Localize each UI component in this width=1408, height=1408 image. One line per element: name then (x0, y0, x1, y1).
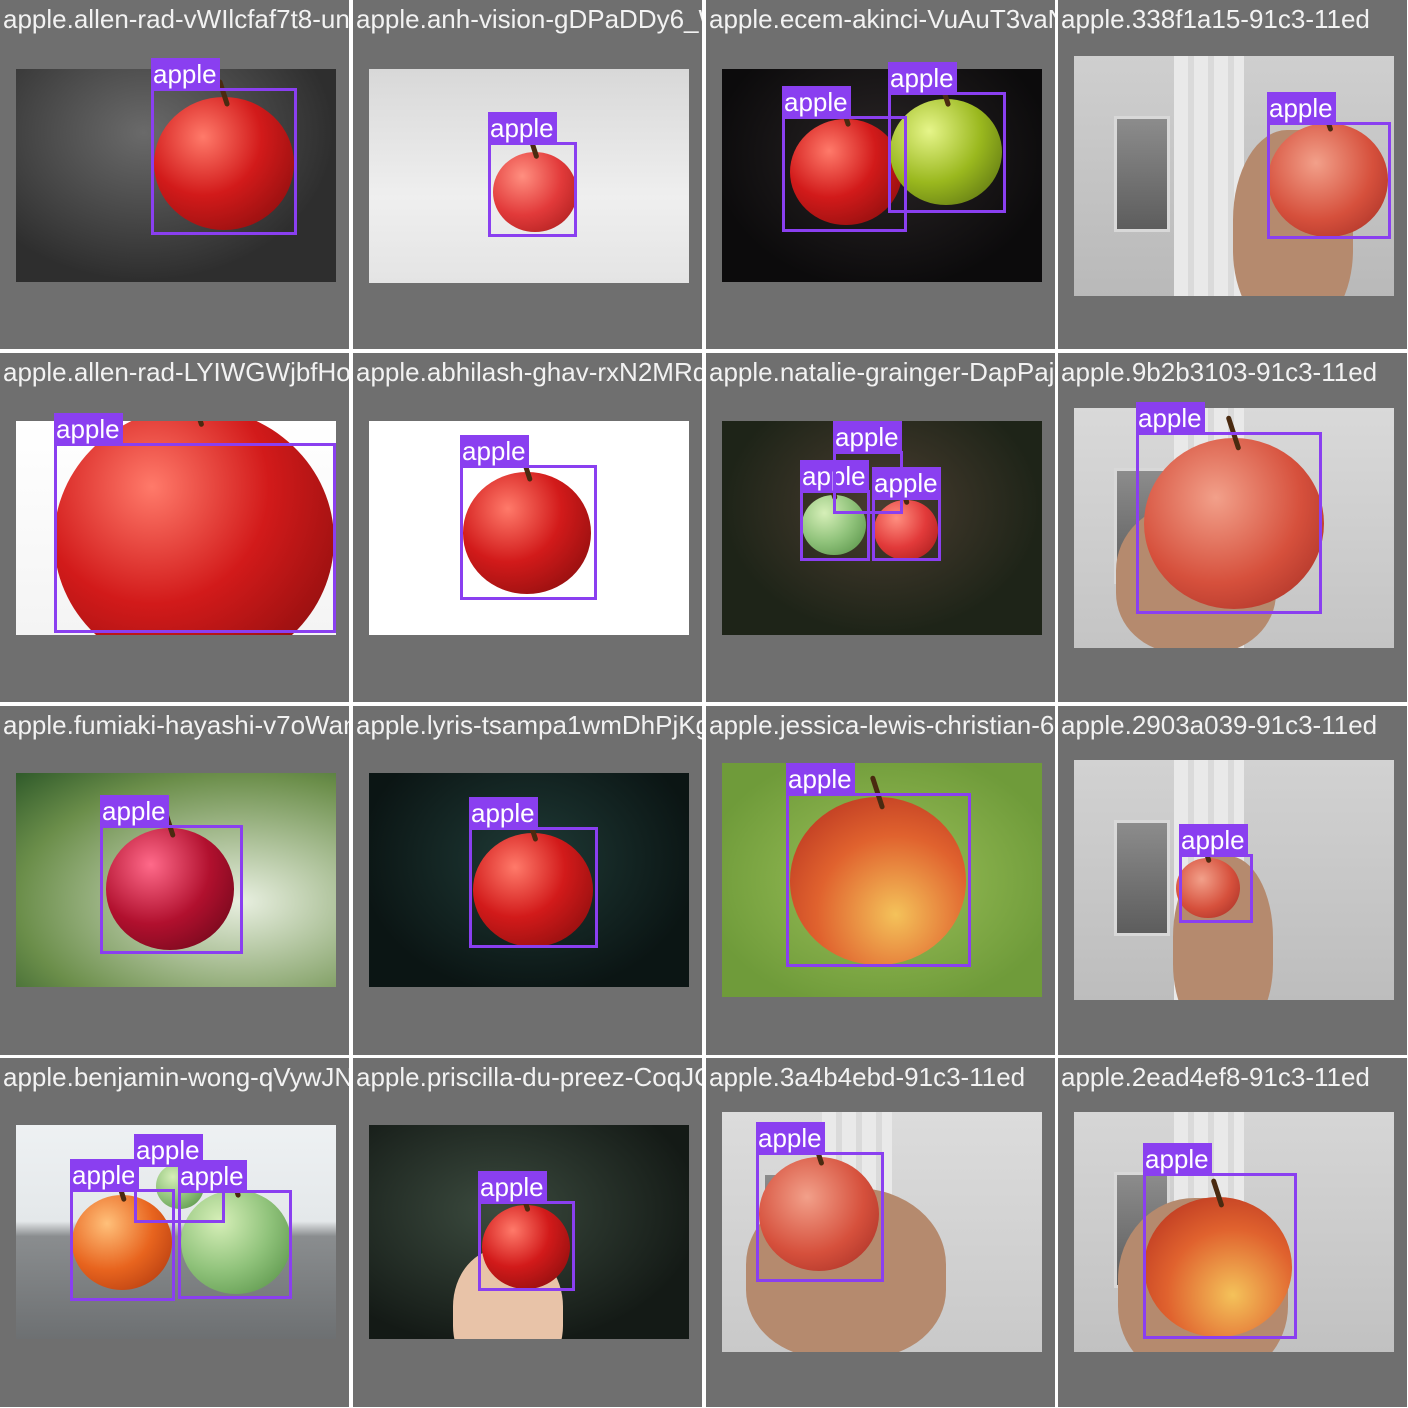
detection-label: apple (1143, 1143, 1212, 1176)
detection-label: apple (460, 435, 529, 468)
tile-filename: apple.9b2b3103-91c3-11ed (1061, 357, 1378, 387)
tile-filename: apple.benjamin-wong-qVywJNo9_eE-unsplash… (3, 1062, 349, 1092)
detection-tile: apple.2903a039-91c3-11ed apple (1058, 706, 1407, 1055)
tile-filename: apple.anh-vision-gDPaDDy6_WE-unsplash.jp… (356, 4, 702, 34)
detection-box: apple (151, 58, 297, 235)
detection-label: apple (54, 413, 123, 446)
tile-filename: apple.3a4b4ebd-91c3-11ed (709, 1062, 1026, 1092)
detection-label: apple (782, 86, 851, 119)
detection-tile: apple.9b2b3103-91c3-11ed apple (1058, 353, 1407, 702)
detection-label: apple (478, 1171, 547, 1204)
tile-filename: apple.2ead4ef8-91c3-11ed (1061, 1062, 1370, 1092)
detection-tile: apple.fumiaki-hayashi-v7oWanhWy-A-unspla… (0, 706, 349, 1055)
room-window (1114, 116, 1170, 232)
detection-label: apple (1136, 402, 1205, 435)
detection-tile: apple.allen-rad-vWIlcfaf7t8-unsplash.jpg… (0, 0, 349, 349)
detection-box: apple (478, 1171, 575, 1291)
detection-box: apple (178, 1160, 292, 1299)
detection-box: apple (469, 797, 598, 948)
detection-box: apple (488, 112, 577, 237)
tile-filename: apple.lyris-tsampa1wmDhPjKgrs-unsplash.j… (356, 710, 702, 740)
detection-tile: apple.2ead4ef8-91c3-11ed apple (1058, 1058, 1407, 1407)
room-window (1114, 820, 1170, 936)
detection-label: apple (178, 1160, 247, 1193)
detection-box: apple (888, 62, 1006, 213)
tile-filename: apple.allen-rad-LYIWGWjbfHo-unsplash.jpg (3, 357, 349, 387)
tile-filename: apple.jessica-lewis-christian-6M7Keu2Kp2… (709, 710, 1055, 740)
detection-label: apple (756, 1122, 825, 1155)
detection-box: apple (1179, 824, 1253, 923)
detection-label: apple (469, 797, 538, 830)
tile-filename: apple.2903a039-91c3-11ed (1061, 710, 1378, 740)
tile-filename: apple.fumiaki-hayashi-v7oWanhWy-A-unspla… (3, 710, 349, 740)
detection-tile: apple.338f1a15-91c3-11ed apple (1058, 0, 1407, 349)
detection-box: apple (756, 1122, 884, 1282)
detection-label: apple (1179, 824, 1248, 857)
detection-grid: apple.allen-rad-vWIlcfaf7t8-unsplash.jpg… (0, 0, 1408, 1408)
tile-filename: apple.allen-rad-vWIlcfaf7t8-unsplash.jpg (3, 4, 349, 34)
detection-box: apple (786, 763, 971, 967)
tile-filename: apple.ecem-akinci-VuAuT3vaNJc-unsplash.j… (709, 4, 1055, 34)
detection-tile: apple.abhilash-ghav-rxN2MRdFJVg-unsplash… (353, 353, 702, 702)
detection-label: apple (888, 62, 957, 95)
tile-filename: apple.338f1a15-91c3-11ed (1061, 4, 1370, 34)
detection-tile: apple.benjamin-wong-qVywJNo9_eE-unsplash… (0, 1058, 349, 1407)
tile-filename: apple.abhilash-ghav-rxN2MRdFJVg-unsplash… (356, 357, 702, 387)
detection-tile: apple.ecem-akinci-VuAuT3vaNJc-unsplash.j… (706, 0, 1055, 349)
detection-tile: apple.priscilla-du-preez-CoqJGsFVJtM-uns… (353, 1058, 702, 1407)
detection-box: apple (872, 467, 941, 561)
detection-label: apple (70, 1159, 139, 1192)
detection-label: apple (786, 763, 855, 796)
detection-box: apple (1136, 402, 1322, 614)
detection-label: apple (833, 421, 902, 454)
detection-tile: apple.allen-rad-LYIWGWjbfHo-unsplash.jpg… (0, 353, 349, 702)
detection-label: apple (488, 112, 557, 145)
detection-label: apple (1267, 92, 1336, 125)
detection-tile: apple.3a4b4ebd-91c3-11ed apple (706, 1058, 1055, 1407)
detection-label: apple (100, 795, 169, 828)
detection-box: apple (54, 413, 336, 633)
detection-tile: apple.natalie-grainger-DapPajaDLMQ-unspl… (706, 353, 1055, 702)
detection-box: apple (1267, 92, 1391, 239)
detection-box: apple (460, 435, 597, 600)
detection-tile: apple.anh-vision-gDPaDDy6_WE-unsplash.jp… (353, 0, 702, 349)
tile-filename: apple.priscilla-du-preez-CoqJGsFVJtM-uns… (356, 1062, 702, 1092)
tile-filename: apple.natalie-grainger-DapPajaDLMQ-unspl… (709, 357, 1055, 387)
detection-tile: apple.jessica-lewis-christian-6M7Keu2Kp2… (706, 706, 1055, 1055)
detection-box: apple (100, 795, 243, 954)
detection-label: apple (872, 467, 941, 500)
detection-box: apple (1143, 1143, 1297, 1339)
detection-tile: apple.lyris-tsampa1wmDhPjKgrs-unsplash.j… (353, 706, 702, 1055)
detection-label: apple (151, 58, 220, 91)
